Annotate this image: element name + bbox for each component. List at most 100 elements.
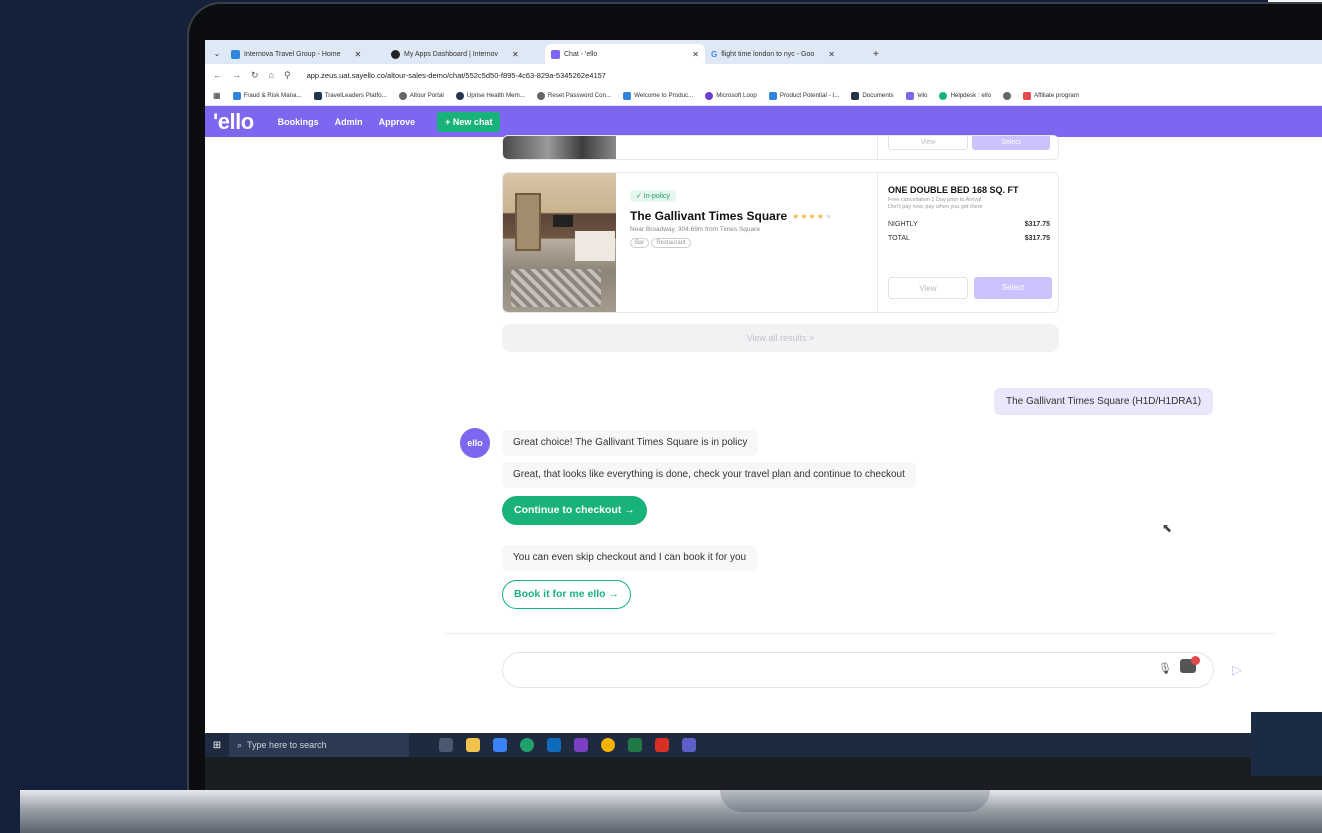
- tab-search-chevron-icon[interactable]: ⌄: [209, 42, 225, 64]
- bookmark-label: TravelLeaders Platfo...: [324, 92, 387, 99]
- windows-taskbar: ⊞ ⌕ Type here to search: [205, 733, 1322, 757]
- bookmark-icon: [313, 91, 322, 100]
- bookmark-item[interactable]: TravelLeaders Platfo...: [313, 91, 387, 100]
- bookmark-icon: [768, 91, 777, 100]
- payment-note: Don't pay now, pay when you get there: [888, 204, 983, 210]
- file-explorer-icon[interactable]: [466, 738, 480, 752]
- bookmark-item[interactable]: Altour Portal: [398, 91, 444, 100]
- teams-icon[interactable]: [682, 738, 696, 752]
- app-header: 'ello Bookings Admin Approve + New chat: [205, 106, 1322, 137]
- rate-column: ONE DOUBLE BED 168 SQ. FT Free cancellat…: [877, 173, 1058, 312]
- globe-icon: [398, 91, 407, 100]
- bookmark-item[interactable]: 'ello: [905, 91, 928, 100]
- bed-shape: [575, 231, 615, 261]
- back-icon[interactable]: ←: [213, 70, 222, 80]
- globe-icon: [536, 91, 545, 100]
- hotel-name-text: The Gallivant Times Square: [630, 209, 788, 223]
- site-settings-icon[interactable]: ⚲: [284, 70, 291, 81]
- ello-icon: [551, 49, 560, 59]
- close-icon[interactable]: ✕: [512, 50, 519, 59]
- screen: ⌄ Internova Travel Group - Home ✕ My App…: [205, 40, 1322, 757]
- card-actions: View Select: [888, 277, 1052, 299]
- view-all-results-button[interactable]: View all results >: [502, 324, 1059, 352]
- bookmark-item[interactable]: Affiliate program: [1023, 91, 1079, 100]
- send-icon[interactable]: ▷: [1232, 662, 1242, 678]
- overlay-square: [1251, 712, 1322, 776]
- bookmark-label: 'ello: [916, 92, 928, 99]
- book-it-for-me-button[interactable]: Book it for me ello →: [502, 580, 632, 609]
- view-button[interactable]: View: [888, 136, 968, 150]
- close-icon[interactable]: ✕: [355, 50, 362, 59]
- nav-bookings[interactable]: Bookings: [278, 117, 319, 127]
- apps-grid-icon[interactable]: ▦: [213, 91, 221, 100]
- task-view-icon[interactable]: [439, 738, 453, 752]
- microphone-icon[interactable]: 🎙: [1158, 662, 1172, 675]
- close-icon[interactable]: ✕: [828, 50, 835, 59]
- excel-icon[interactable]: [628, 738, 642, 752]
- reload-icon[interactable]: ↻: [251, 70, 259, 81]
- globe-icon: [1003, 91, 1012, 100]
- bookmark-item[interactable]: Fraud & Risk Mana...: [232, 91, 302, 100]
- taskbar-apps: [439, 738, 696, 752]
- new-tab-button[interactable]: +: [865, 44, 887, 64]
- bookmark-item[interactable]: Documents: [851, 91, 894, 100]
- nav-admin[interactable]: Admin: [335, 117, 363, 127]
- nightly-label: NIGHTLY: [888, 221, 918, 228]
- total-label: TOTAL: [888, 235, 910, 242]
- rug-shape: [511, 269, 601, 307]
- ello-logo[interactable]: 'ello: [213, 109, 254, 135]
- hotel-image: [503, 173, 616, 312]
- divider: [445, 633, 1275, 634]
- bookmark-item[interactable]: Microsoft Loop: [705, 91, 757, 100]
- bookmark-item[interactable]: Product Potential - I...: [768, 91, 840, 100]
- bookmark-label: Product Potential - I...: [779, 92, 840, 99]
- tab-my-apps[interactable]: My Apps Dashboard | Internov ✕: [385, 44, 545, 64]
- new-chat-button[interactable]: + New chat: [437, 111, 501, 132]
- bookmark-item[interactable]: Uprise Health Mem...: [455, 91, 525, 100]
- star-rating-icon: ★★★★★: [792, 211, 834, 221]
- tab-google[interactable]: G flight time london to nyc - Goo ✕: [705, 44, 865, 64]
- select-button[interactable]: Select: [972, 136, 1050, 150]
- bookmark-item[interactable]: Welcome to Produc...: [623, 91, 693, 100]
- tab-label: Internova Travel Group - Home: [244, 50, 341, 58]
- hotel-card: ✓ In-policy The Gallivant Times Square ★…: [502, 172, 1059, 313]
- url-field[interactable]: app.zeus.uat.sayello.co/altour-sales-dem…: [307, 71, 606, 80]
- bot-message: You can even skip checkout and I can boo…: [502, 545, 758, 571]
- bookmark-icon: [232, 91, 241, 100]
- okta-icon: [391, 49, 400, 59]
- app-icon[interactable]: [655, 738, 669, 752]
- home-icon[interactable]: ⌂: [269, 70, 274, 80]
- forward-icon[interactable]: →: [232, 70, 241, 80]
- view-button[interactable]: View: [888, 277, 968, 299]
- bookmark-item[interactable]: [1003, 91, 1012, 100]
- app-icon[interactable]: [493, 738, 507, 752]
- edge-icon[interactable]: [520, 738, 534, 752]
- windows-start-icon[interactable]: ⊞: [205, 740, 229, 751]
- tv-shape: [553, 215, 573, 227]
- continue-to-checkout-button[interactable]: Continue to checkout →: [502, 496, 647, 525]
- close-icon[interactable]: ✕: [692, 50, 699, 59]
- hotel-info: ✓ In-policy The Gallivant Times Square ★…: [630, 185, 870, 248]
- onenote-icon[interactable]: [574, 738, 588, 752]
- tab-internova[interactable]: Internova Travel Group - Home ✕: [225, 44, 385, 64]
- message-input[interactable]: 🎙: [502, 652, 1214, 688]
- total-price: $317.75: [1024, 235, 1050, 242]
- chrome-icon[interactable]: [601, 738, 615, 752]
- internova-icon: [231, 49, 240, 59]
- nav-approve[interactable]: Approve: [379, 117, 416, 127]
- tab-label: My Apps Dashboard | Internov: [404, 50, 499, 58]
- ello-icon: [905, 91, 914, 100]
- taskbar-search[interactable]: ⌕ Type here to search: [229, 733, 409, 757]
- bookmark-label: Affiliate program: [1034, 92, 1079, 99]
- tab-chat-ello[interactable]: Chat - 'ello ✕: [545, 44, 705, 64]
- bookmark-item[interactable]: Reset Password Con...: [536, 91, 611, 100]
- documents-icon: [851, 91, 860, 100]
- hotel-image: [503, 136, 616, 159]
- helpdesk-icon: [939, 91, 948, 100]
- bookmark-item[interactable]: Helpdesk : ello: [939, 91, 991, 100]
- tab-label: Chat - 'ello: [564, 50, 598, 58]
- in-policy-badge: ✓ In-policy: [630, 190, 676, 202]
- select-button[interactable]: Select: [974, 277, 1052, 299]
- hotel-name: The Gallivant Times Square ★★★★★: [630, 209, 870, 223]
- outlook-icon[interactable]: [547, 738, 561, 752]
